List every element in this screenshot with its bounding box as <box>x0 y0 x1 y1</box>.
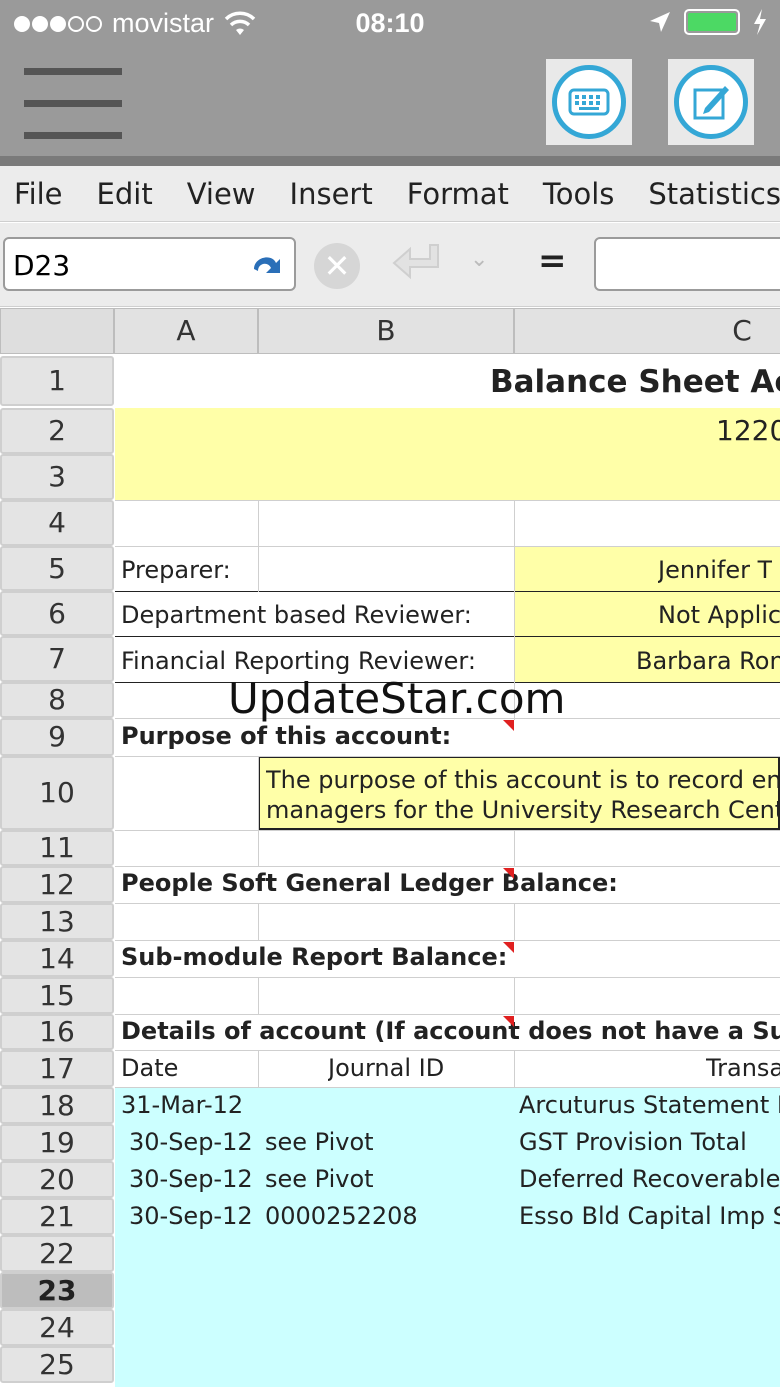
row-header[interactable]: 21 <box>0 1198 114 1235</box>
header-band <box>115 408 780 500</box>
menu-bar: File Edit View Insert Format Tools Stati… <box>0 166 780 222</box>
cancel-icon[interactable]: ✕ <box>314 243 360 289</box>
row-header-selected[interactable]: 23 <box>0 1272 114 1309</box>
keyboard-button[interactable] <box>546 59 632 145</box>
account-number[interactable]: 1220 <box>716 414 780 447</box>
row-header[interactable]: 20 <box>0 1161 114 1198</box>
submodule-balance-label[interactable]: Sub-module Report Balance: <box>121 943 507 971</box>
menu-format[interactable]: Format <box>393 177 523 211</box>
comment-marker-icon <box>503 868 514 879</box>
row-header[interactable]: 13 <box>0 903 114 940</box>
entry-description[interactable]: Esso Bld Capital Imp Se <box>519 1202 780 1230</box>
header-date[interactable]: Date <box>121 1054 178 1082</box>
menu-file[interactable]: File <box>0 177 77 211</box>
entry-date[interactable]: 30-Sep-12 <box>129 1202 253 1230</box>
purpose-label[interactable]: Purpose of this account: <box>121 722 451 750</box>
status-right <box>648 9 768 35</box>
menu-edit[interactable]: Edit <box>83 177 167 211</box>
ledger-balance-label[interactable]: People Soft General Ledger Balance: <box>121 869 618 897</box>
row-header[interactable]: 17 <box>0 1050 114 1087</box>
select-all-corner[interactable] <box>0 308 114 354</box>
purpose-text-line1[interactable]: The purpose of this account is to record… <box>266 766 780 794</box>
cell-reference: D23 <box>13 249 71 282</box>
row-header[interactable]: 22 <box>0 1235 114 1272</box>
entry-journal-id[interactable]: see Pivot <box>265 1165 374 1193</box>
formula-input[interactable] <box>594 237 780 291</box>
menu-statistics[interactable]: Statistics <box>634 177 780 211</box>
formula-equals[interactable]: = <box>538 241 567 281</box>
preparer-value[interactable]: Jennifer T <box>658 556 772 584</box>
menu-insert[interactable]: Insert <box>276 177 387 211</box>
keyboard-icon <box>552 65 626 139</box>
row-header[interactable]: 10 <box>0 756 114 830</box>
comment-marker-icon <box>503 942 514 953</box>
row-header[interactable]: 25 <box>0 1346 114 1383</box>
toolbar-divider <box>0 156 780 166</box>
row-header[interactable]: 9 <box>0 718 114 756</box>
row-header[interactable]: 11 <box>0 830 114 866</box>
details-label[interactable]: Details of account (If account does not … <box>121 1017 780 1045</box>
status-bar: movistar 08:10 <box>0 0 780 50</box>
entry-journal-id[interactable]: 0000252208 <box>265 1202 418 1230</box>
comment-marker-icon <box>503 1016 514 1027</box>
formula-bar: D23 ✕ ⌄ = <box>0 223 780 307</box>
fin-reviewer-label[interactable]: Financial Reporting Reviewer: <box>121 647 476 675</box>
entry-date[interactable]: 30-Sep-12 <box>129 1165 253 1193</box>
purpose-text-line2[interactable]: managers for the University Research Cen… <box>266 796 780 824</box>
menu-tools[interactable]: Tools <box>529 177 628 211</box>
charging-bolt-icon <box>754 9 766 35</box>
row-header[interactable]: 3 <box>0 454 114 500</box>
column-header-b[interactable]: B <box>258 308 514 354</box>
accept-icon[interactable] <box>388 239 448 291</box>
row-header[interactable]: 19 <box>0 1124 114 1161</box>
dept-reviewer-label[interactable]: Department based Reviewer: <box>121 601 472 629</box>
row-header[interactable]: 5 <box>0 546 114 591</box>
name-box[interactable]: D23 <box>3 237 296 291</box>
row-header[interactable]: 8 <box>0 682 114 718</box>
row-header[interactable]: 24 <box>0 1309 114 1346</box>
row-header[interactable]: 18 <box>0 1087 114 1124</box>
row-header[interactable]: 6 <box>0 591 114 636</box>
entry-description[interactable]: Arcuturus Statement I <box>519 1091 780 1119</box>
menu-view[interactable]: View <box>173 177 270 211</box>
column-header-c[interactable]: C <box>514 308 780 354</box>
sheet-title[interactable]: Balance Sheet Ac <box>490 364 780 400</box>
column-header-a[interactable]: A <box>114 308 258 354</box>
entry-date[interactable]: 30-Sep-12 <box>129 1128 253 1156</box>
hamburger-icon[interactable] <box>24 68 122 139</box>
row-header[interactable]: 2 <box>0 408 114 454</box>
row-header[interactable]: 7 <box>0 636 114 682</box>
entry-description[interactable]: Deferred Recoverable <box>519 1165 780 1193</box>
entry-description[interactable]: GST Provision Total <box>519 1128 747 1156</box>
header-transaction[interactable]: Transa <box>706 1054 780 1082</box>
edit-button[interactable] <box>668 59 754 145</box>
fin-reviewer-value[interactable]: Barbara Ron <box>636 647 780 675</box>
app-toolbar <box>0 50 780 156</box>
entry-journal-id[interactable]: see Pivot <box>265 1128 374 1156</box>
dept-reviewer-value[interactable]: Not Applic <box>658 601 780 629</box>
row-header[interactable]: 14 <box>0 940 114 977</box>
app-screen: movistar 08:10 File Edit View Insert For… <box>0 0 780 1387</box>
location-arrow-icon <box>650 12 670 32</box>
row-header[interactable]: 12 <box>0 866 114 903</box>
row-header[interactable]: 4 <box>0 500 114 546</box>
row-header[interactable]: 16 <box>0 1014 114 1050</box>
edit-icon <box>674 65 748 139</box>
battery-icon <box>684 9 740 35</box>
chevron-down-icon[interactable]: ⌄ <box>470 247 488 272</box>
preparer-label[interactable]: Preparer: <box>121 556 231 584</box>
row-header[interactable]: 1 <box>0 356 114 406</box>
row-header[interactable]: 15 <box>0 977 114 1014</box>
entry-date[interactable]: 31-Mar-12 <box>121 1091 243 1119</box>
go-arrow-icon[interactable] <box>248 247 286 285</box>
watermark-text: UpdateStar.com <box>228 674 566 723</box>
header-journal-id[interactable]: Journal ID <box>328 1054 444 1082</box>
